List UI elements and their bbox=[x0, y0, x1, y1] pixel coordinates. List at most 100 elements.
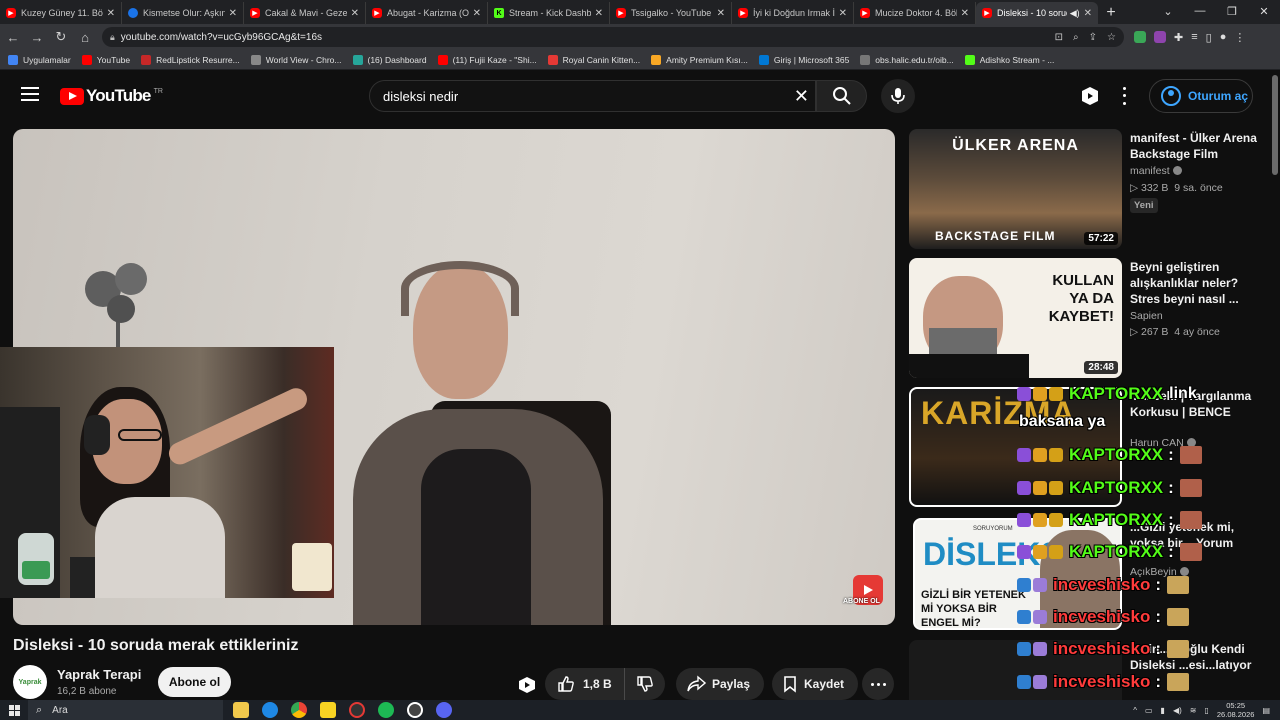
address-bar[interactable]: 🔒︎ youtube.com/watch?v=ucGyb96GCAg&t=16s… bbox=[102, 27, 1124, 47]
recommendation-title[interactable]: manifest - Ülker Arena Backstage Film bbox=[1130, 130, 1258, 162]
site-info-icon[interactable]: 🔒︎ bbox=[110, 32, 115, 43]
obs-studio-icon[interactable] bbox=[407, 702, 423, 718]
bookmark-item[interactable]: YouTube bbox=[81, 54, 130, 65]
share-button[interactable]: Paylaş bbox=[676, 668, 765, 700]
tab[interactable]: Kismetse Olur: Aşkın G ✕ bbox=[122, 2, 244, 24]
close-window-icon[interactable]: ✕ bbox=[1248, 0, 1280, 22]
back-icon[interactable]: ← bbox=[2, 26, 24, 48]
search-button[interactable] bbox=[816, 80, 867, 112]
close-tab-icon[interactable]: ✕ bbox=[839, 8, 847, 19]
profile-icon[interactable]: ● bbox=[1220, 31, 1227, 43]
chat-username[interactable]: incveshisko bbox=[1053, 607, 1150, 627]
bookmark-item[interactable]: Royal Canin Kitten... bbox=[547, 54, 640, 65]
tab[interactable]: ▶ Kuzey Güney 11. Bölüm ✕ bbox=[0, 2, 122, 24]
edge-icon[interactable] bbox=[262, 702, 278, 718]
bookmark-item[interactable]: World View - Chro... bbox=[250, 54, 342, 65]
start-button[interactable] bbox=[0, 700, 28, 720]
tab[interactable]: ▶ Tssigalko - YouTube ✕ bbox=[610, 2, 732, 24]
chat-username[interactable]: incveshisko bbox=[1053, 639, 1150, 659]
create-video-icon[interactable] bbox=[1079, 85, 1101, 107]
dislike-button[interactable] bbox=[625, 668, 665, 700]
bookmark-item[interactable]: Uygulamalar bbox=[8, 54, 71, 65]
channel-avatar[interactable]: Yaprak bbox=[13, 665, 47, 699]
bookmark-item[interactable]: (16) Dashboard bbox=[352, 54, 427, 65]
recommendation-thumbnail[interactable]: ÜLKER ARENA BACKSTAGE FILM 57:22 bbox=[909, 129, 1122, 249]
channel-name[interactable]: Yaprak Terapi bbox=[57, 667, 141, 682]
close-tab-icon[interactable]: ✕ bbox=[351, 8, 359, 19]
kebab-menu-icon[interactable]: ⋮ bbox=[1234, 31, 1245, 44]
install-icon[interactable]: ⊡ bbox=[1055, 32, 1063, 43]
tab[interactable]: K Stream - Kick Dashboa ✕ bbox=[488, 2, 610, 24]
tab[interactable]: ▶ Cakal & Mavi - Gezegen ✕ bbox=[244, 2, 366, 24]
network-icon[interactable]: ▭ bbox=[1145, 706, 1153, 715]
share-icon[interactable]: ⇪ bbox=[1089, 32, 1097, 43]
clear-search-icon[interactable]: ✕ bbox=[794, 86, 809, 107]
chat-username[interactable]: KAPTORXX bbox=[1069, 384, 1163, 404]
close-tab-icon[interactable]: ✕ bbox=[229, 8, 237, 19]
file-explorer-icon[interactable] bbox=[233, 702, 249, 718]
bookmark-item[interactable]: Amity Premium Kısı... bbox=[651, 54, 748, 65]
recommendation-channel[interactable]: manifest bbox=[1130, 165, 1182, 177]
sticky-notes-icon[interactable] bbox=[320, 702, 336, 718]
home-icon[interactable]: ⌂ bbox=[74, 26, 96, 48]
close-tab-icon[interactable]: ✕ bbox=[961, 8, 969, 19]
voice-search-button[interactable] bbox=[881, 79, 915, 113]
recommendation-thumbnail[interactable]: KULLAN YA DA KAYBET! 28:48 bbox=[909, 258, 1122, 378]
obs-icon[interactable] bbox=[349, 702, 365, 718]
minimize-icon[interactable]: — bbox=[1184, 0, 1216, 22]
recommendation-item[interactable]: KULLAN YA DA KAYBET! 28:48 Beyni gelişti… bbox=[909, 258, 1259, 380]
wifi-icon[interactable]: ≋ bbox=[1190, 706, 1197, 715]
battery-icon[interactable]: ▯ bbox=[1204, 706, 1208, 715]
chat-username[interactable]: KAPTORXX bbox=[1069, 445, 1163, 465]
bookmark-item[interactable]: obs.halic.edu.tr/oib... bbox=[860, 54, 954, 65]
speaker-icon[interactable]: ◀) bbox=[1070, 8, 1080, 19]
signin-button[interactable]: Oturum aç bbox=[1149, 79, 1253, 113]
media-controls-icon[interactable]: ≡ bbox=[1191, 31, 1197, 43]
usb-icon[interactable]: ▮ bbox=[1161, 706, 1165, 715]
tab[interactable]: ▶ Mucize Doktor 4. Bölüm ✕ bbox=[854, 2, 976, 24]
chat-username[interactable]: incveshisko bbox=[1053, 672, 1150, 692]
subscribe-button[interactable]: Abone ol bbox=[158, 667, 231, 697]
close-tab-icon[interactable]: ✕ bbox=[595, 8, 603, 19]
reload-icon[interactable]: ↻ bbox=[50, 26, 72, 48]
close-tab-icon[interactable]: ✕ bbox=[1084, 8, 1092, 19]
close-tab-icon[interactable]: ✕ bbox=[473, 8, 481, 19]
new-tab-button[interactable]: + bbox=[1098, 2, 1124, 24]
youtube-logo[interactable]: YouTube TR bbox=[60, 86, 163, 106]
settings-more-icon[interactable] bbox=[1118, 85, 1130, 107]
like-button[interactable]: 1,8 B bbox=[545, 668, 625, 700]
tray-overflow-icon[interactable]: ^ bbox=[1133, 706, 1137, 715]
chat-username[interactable]: KAPTORXX bbox=[1069, 510, 1163, 530]
zoom-icon[interactable]: ⌕ bbox=[1073, 32, 1079, 43]
side-panel-icon[interactable]: ▯ bbox=[1206, 31, 1212, 44]
chat-username[interactable]: KAPTORXX bbox=[1069, 478, 1163, 498]
chrome-icon[interactable] bbox=[291, 702, 307, 718]
close-tab-icon[interactable]: ✕ bbox=[717, 8, 725, 19]
save-button[interactable]: Kaydet bbox=[772, 668, 859, 700]
menu-icon[interactable] bbox=[21, 87, 39, 101]
restore-icon[interactable]: ❐ bbox=[1216, 0, 1248, 22]
forward-icon[interactable]: → bbox=[26, 26, 48, 48]
extension-icon[interactable] bbox=[1154, 31, 1166, 43]
system-clock[interactable]: 05:25 26.08.2026 bbox=[1217, 701, 1255, 719]
scrollbar-thumb[interactable] bbox=[1272, 75, 1278, 175]
recommendation-channel[interactable]: Sapien bbox=[1130, 310, 1163, 322]
bookmark-item[interactable]: RedLipstick Resurre... bbox=[141, 54, 240, 65]
tab-search-icon[interactable]: ⌄ bbox=[1152, 0, 1184, 22]
recommendation-item[interactable]: ÜLKER ARENA BACKSTAGE FILM 57:22 manifes… bbox=[909, 129, 1259, 251]
discord-icon[interactable] bbox=[436, 702, 452, 718]
page-scrollbar[interactable] bbox=[1270, 71, 1280, 700]
tab[interactable]: ▶ İyi ki Doğdun Irmak İle ✕ bbox=[732, 2, 854, 24]
volume-icon[interactable]: ◀) bbox=[1173, 706, 1182, 715]
search-input[interactable]: disleksi nedir ✕ bbox=[369, 80, 816, 112]
notification-icon[interactable]: ▤ bbox=[1262, 706, 1270, 715]
more-actions-button[interactable] bbox=[862, 668, 894, 700]
bookmark-item[interactable]: Giriş | Microsoft 365 bbox=[758, 54, 849, 65]
taskbar-search[interactable]: ⌕ Ara bbox=[28, 700, 223, 720]
bookmark-star-icon[interactable]: ☆ bbox=[1107, 32, 1116, 43]
chat-username[interactable]: KAPTORXX bbox=[1069, 542, 1163, 562]
tab[interactable]: ▶ Abugat - Karizma (Offi ✕ bbox=[366, 2, 488, 24]
bookmark-item[interactable]: Adishko Stream - ... bbox=[964, 54, 1054, 65]
tab-active[interactable]: ▶ Disleksi - 10 soruda◀) ✕ bbox=[976, 2, 1098, 24]
spotify-icon[interactable] bbox=[378, 702, 394, 718]
